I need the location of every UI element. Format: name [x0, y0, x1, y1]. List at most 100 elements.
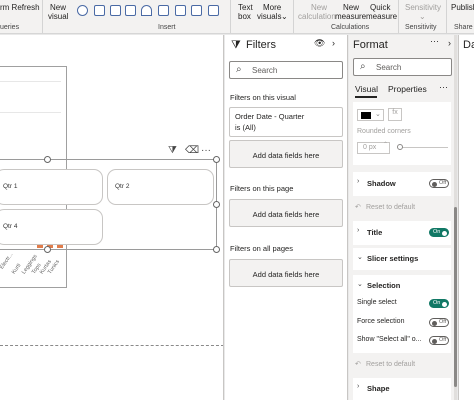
- single-select-toggle[interactable]: On: [429, 299, 449, 308]
- group-separator: [446, 0, 447, 33]
- report-canvas[interactable]: Electr... Kurti Leggings Tops Kurtas Tun…: [0, 35, 224, 400]
- new-calculation-button[interactable]: New: [311, 3, 327, 12]
- report-page[interactable]: Electr... Kurti Leggings Tops Kurtas Tun…: [0, 35, 223, 400]
- single-select-label: Single select: [357, 299, 397, 306]
- new-visual-button-line2[interactable]: visual: [48, 12, 68, 21]
- resize-handle[interactable]: [213, 201, 220, 208]
- slicer-visual[interactable]: Qtr 1 Qtr 2 Qtr 4: [0, 159, 217, 250]
- visual-icon-1[interactable]: [77, 5, 88, 16]
- eye-icon[interactable]: 👁: [314, 38, 325, 49]
- more-options-icon[interactable]: ···: [201, 145, 211, 156]
- filters-search-input[interactable]: ⌕ Search: [229, 61, 343, 79]
- toggle-label: On: [433, 299, 441, 306]
- filter-funnel-icon: ⧩: [231, 39, 241, 51]
- filters-title: Filters: [246, 39, 276, 51]
- fx-icon[interactable]: fx: [388, 108, 402, 121]
- filter-card-order-date[interactable]: Order Date - Quarter is (All): [229, 107, 343, 137]
- collapse-pane-icon[interactable]: ›: [332, 38, 335, 48]
- publish-button[interactable]: Publish: [451, 3, 474, 12]
- border-section: ⌄ fx Rounded corners 0 px ⌃: [353, 102, 451, 165]
- text-box-button-line2[interactable]: box: [238, 12, 251, 21]
- slicer-tile-qtr2[interactable]: Qtr 2: [107, 169, 214, 205]
- chevron-down-icon: ⌄: [375, 111, 381, 118]
- force-selection-toggle[interactable]: Off: [429, 318, 449, 327]
- new-calculation-button-line2[interactable]: calculation: [298, 12, 336, 21]
- qa-icon[interactable]: [208, 5, 219, 16]
- collapse-pane-icon[interactable]: ›: [448, 38, 451, 48]
- resize-handle[interactable]: [213, 156, 220, 163]
- shadow-section[interactable]: › Shadow Off: [353, 172, 451, 196]
- scrollbar-thumb[interactable]: [454, 207, 457, 387]
- chevron-down-icon[interactable]: ⌄: [419, 12, 426, 21]
- corner-radius-input[interactable]: 0 px ⌃: [357, 142, 390, 154]
- slider-thumb[interactable]: [397, 144, 403, 150]
- corner-radius-slider[interactable]: [398, 147, 448, 148]
- card-icon[interactable]: [158, 5, 169, 16]
- table-icon[interactable]: [110, 5, 121, 16]
- search-icon: ⌕: [236, 64, 242, 75]
- quick-measure-button-line2[interactable]: measure: [366, 12, 397, 21]
- rounded-corners-label: Rounded corners: [357, 128, 411, 135]
- slicer-settings-section[interactable]: ⌄ Slicer settings: [353, 248, 451, 270]
- filter-card-value: is (All): [235, 123, 256, 132]
- toggle-knob: [432, 338, 437, 344]
- title-section[interactable]: › Title On: [353, 221, 451, 245]
- visual-icon-2[interactable]: [94, 5, 105, 16]
- format-pane-scrollbar[interactable]: [454, 35, 457, 400]
- add-data-fields-page[interactable]: Add data fields here: [229, 199, 343, 227]
- data-pane: Da: [458, 35, 474, 400]
- format-search-input[interactable]: ⌕ Search: [353, 58, 452, 76]
- sensitivity-group-label: Sensitivity: [405, 24, 437, 31]
- reset-icon: ↶: [355, 204, 361, 211]
- slicer-tile-qtr1[interactable]: Qtr 1: [0, 169, 103, 205]
- slicer-settings-label: Slicer settings: [367, 254, 419, 263]
- format-pane: Format ··· › ⌕ Search Visual Properties …: [349, 35, 456, 400]
- eraser-icon[interactable]: ⌫: [185, 145, 199, 156]
- group-separator: [398, 0, 399, 33]
- add-data-fields-label: Add data fields here: [252, 270, 320, 279]
- new-measure-button-line2[interactable]: measure: [335, 12, 366, 21]
- add-data-fields-label: Add data fields here: [252, 210, 320, 219]
- chevron-down-icon[interactable]: ⌄: [357, 280, 363, 288]
- chevron-right-icon: ›: [357, 383, 360, 390]
- shape-section[interactable]: › Shape: [353, 378, 451, 400]
- kpi-icon[interactable]: [175, 5, 186, 16]
- toggle-knob: [432, 181, 437, 187]
- chevron-right-icon: ›: [357, 227, 360, 234]
- slicer-tile-qtr4[interactable]: Qtr 4: [0, 209, 103, 245]
- toggle-knob: [432, 320, 437, 326]
- gauge-icon[interactable]: [141, 5, 152, 16]
- sensitivity-button[interactable]: Sensitivity: [405, 3, 441, 12]
- show-select-all-label: Show "Select all" o...: [357, 336, 422, 343]
- more-visuals-button[interactable]: More: [263, 3, 281, 12]
- new-measure-button[interactable]: New: [343, 3, 359, 12]
- resize-handle[interactable]: [213, 246, 220, 253]
- refresh-button[interactable]: rm Refresh: [0, 3, 40, 12]
- text-box-button[interactable]: Text: [238, 3, 253, 12]
- slicer-icon[interactable]: [191, 5, 202, 16]
- tab-properties[interactable]: Properties: [388, 84, 427, 94]
- tab-visual[interactable]: Visual: [355, 84, 378, 94]
- quick-measure-button[interactable]: Quick: [370, 3, 390, 12]
- chevron-down-icon: ⌄: [357, 254, 363, 261]
- chevron-down-icon[interactable]: ⌄: [281, 12, 288, 21]
- add-data-fields-visual[interactable]: Add data fields here: [229, 140, 343, 168]
- add-data-fields-all-pages[interactable]: Add data fields here: [229, 259, 343, 287]
- shadow-label: Shadow: [367, 179, 396, 188]
- reset-to-default-button[interactable]: Reset to default: [366, 361, 415, 368]
- title-toggle[interactable]: On: [429, 228, 449, 237]
- resize-handle[interactable]: [44, 156, 51, 163]
- show-select-all-toggle[interactable]: Off: [429, 336, 449, 345]
- more-options-icon[interactable]: ···: [439, 82, 448, 92]
- more-options-icon[interactable]: ···: [430, 36, 439, 46]
- matrix-icon[interactable]: [125, 5, 136, 16]
- filter-icon[interactable]: ⧩: [168, 145, 177, 156]
- resize-handle[interactable]: [44, 246, 51, 253]
- more-visuals-button-line2[interactable]: visuals: [257, 12, 281, 21]
- reset-to-default-button[interactable]: Reset to default: [366, 204, 415, 211]
- shadow-toggle[interactable]: Off: [429, 179, 449, 188]
- slicer-tile-label: Qtr 1: [3, 183, 18, 190]
- color-picker[interactable]: ⌄: [357, 109, 384, 121]
- axis-label: Kurti: [11, 262, 23, 276]
- new-visual-button[interactable]: New: [50, 3, 66, 12]
